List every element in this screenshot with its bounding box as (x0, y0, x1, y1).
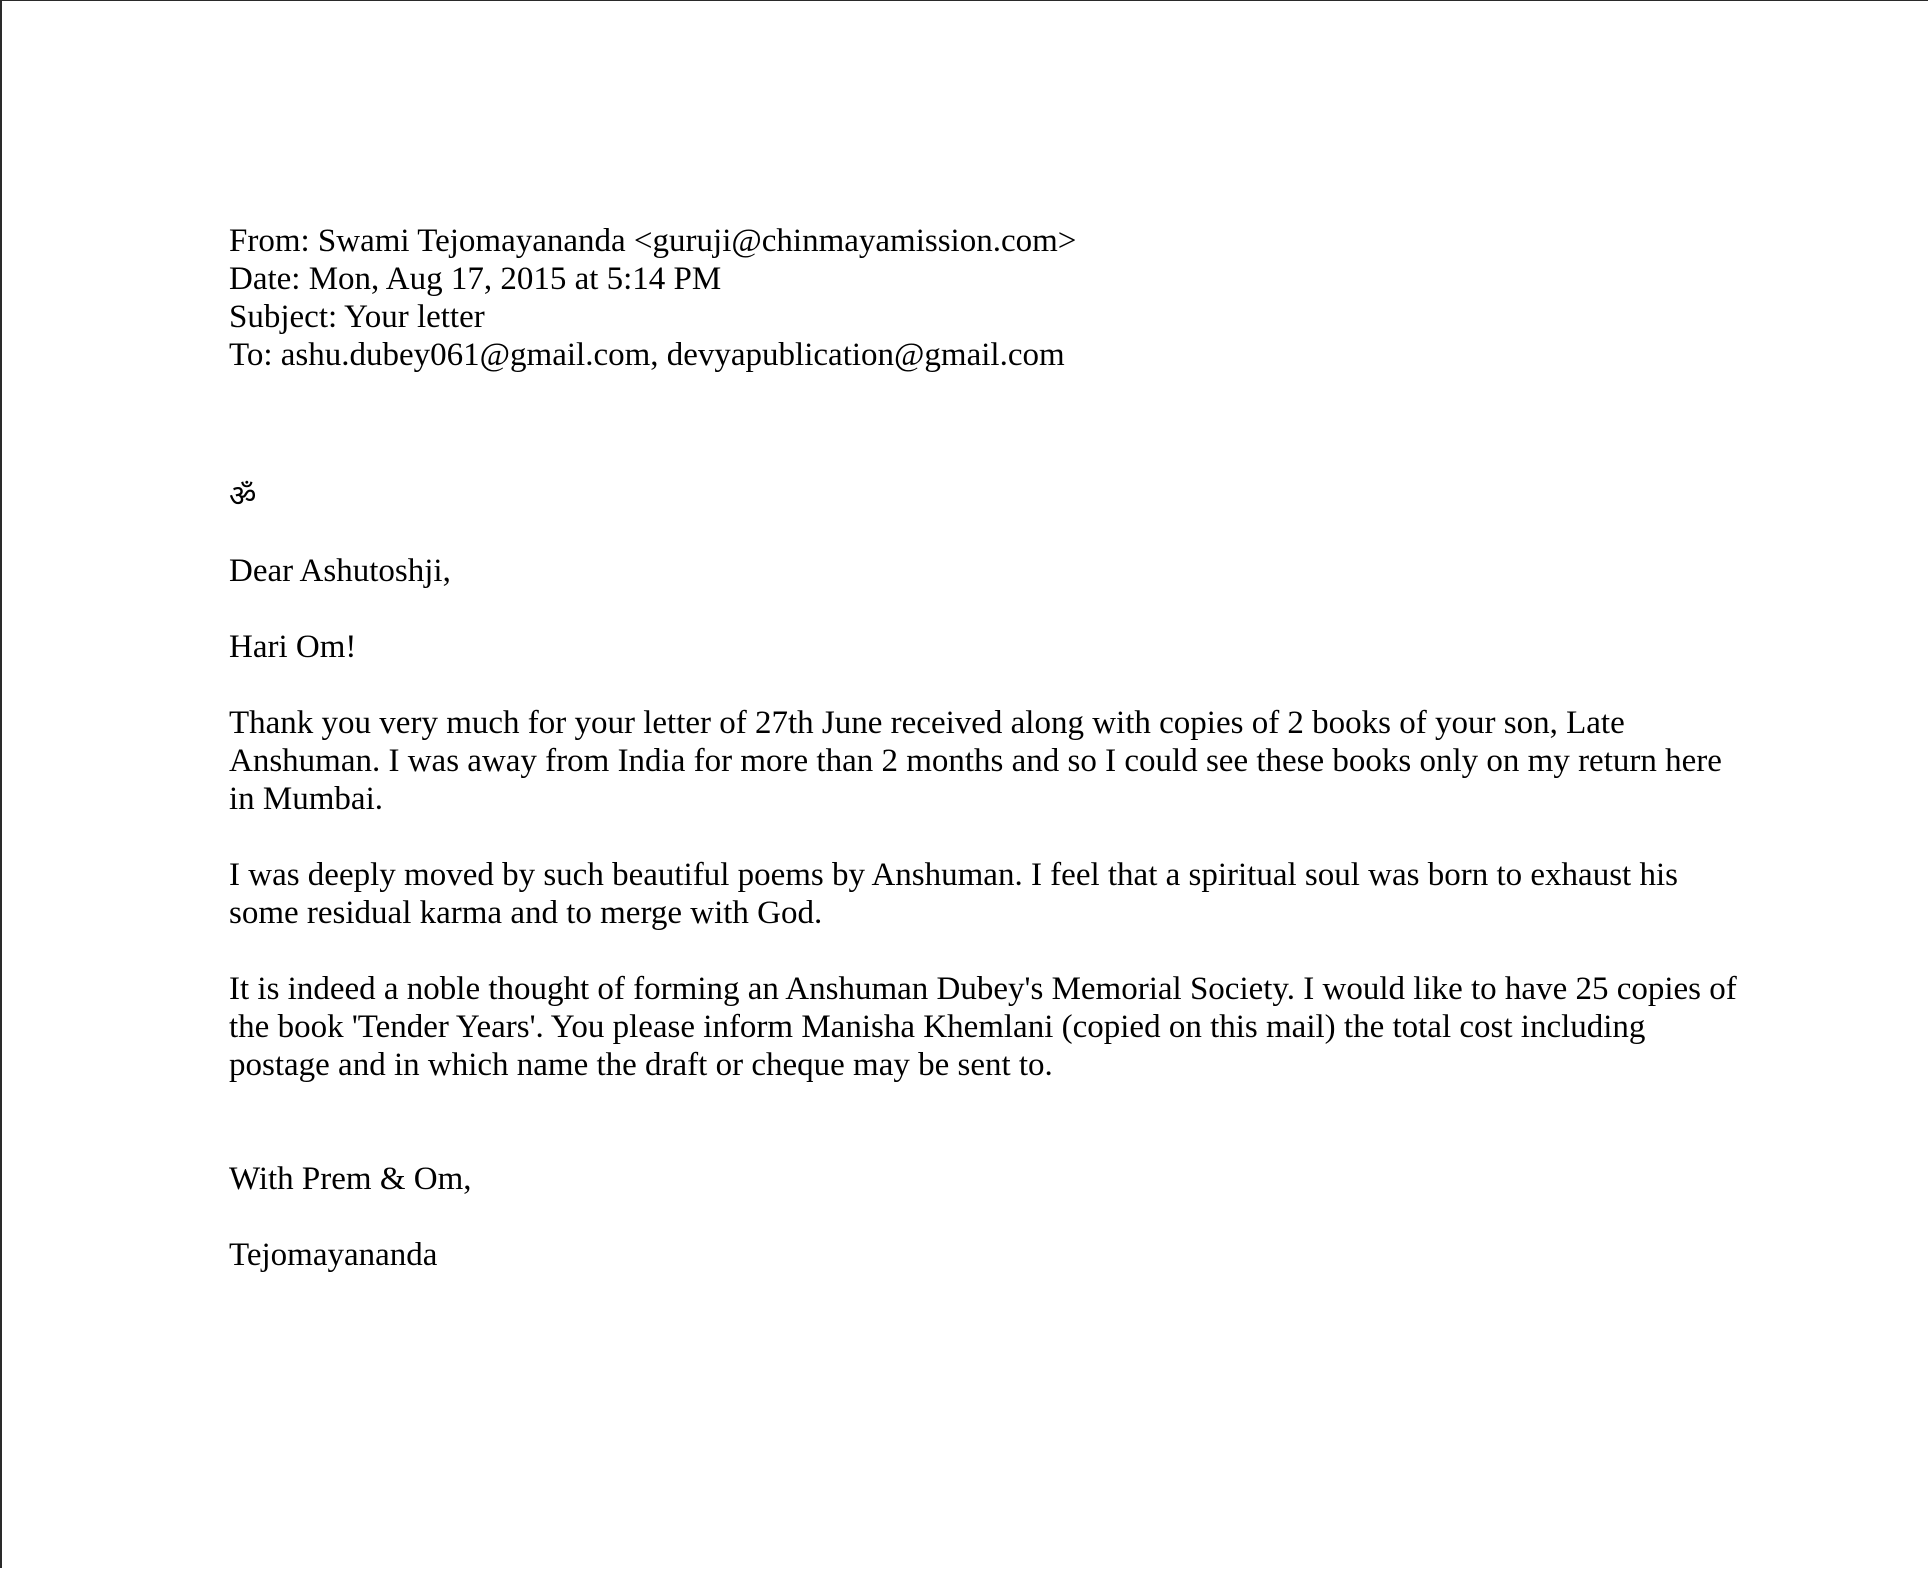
greeting: Hari Om! (229, 629, 357, 665)
signature: Tejomayananda (229, 1237, 438, 1273)
date-line: Date: Mon, Aug 17, 2015 at 5:14 PM (229, 261, 722, 297)
salutation: Dear Ashutoshji, (229, 553, 451, 589)
from-line: From: Swami Tejomayananda <guruji@chinma… (229, 223, 1077, 259)
body-paragraph-2: I was deeply moved by such beautiful poe… (229, 857, 1678, 931)
to-line: To: ashu.dubey061@gmail.com, devyapublic… (229, 337, 1065, 373)
body-paragraph-3: It is indeed a noble thought of forming … (229, 971, 1737, 1083)
body-paragraph-1: Thank you very much for your letter of 2… (229, 705, 1722, 817)
email-letter: From: Swami Tejomayananda <guruji@chinma… (229, 222, 1749, 1274)
closing: With Prem & Om, (229, 1161, 472, 1197)
subject-line: Subject: Your letter (229, 299, 485, 335)
email-header: From: Swami Tejomayananda <guruji@chinma… (229, 222, 1749, 374)
om-symbol: ॐ (229, 479, 257, 514)
